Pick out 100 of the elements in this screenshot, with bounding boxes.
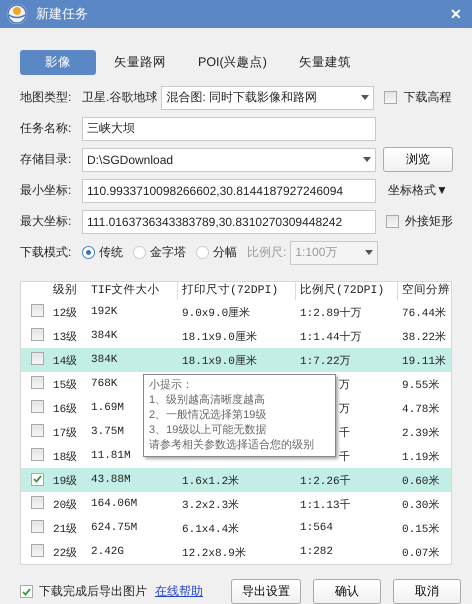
table-cell-text: 0.60米 <box>402 474 440 488</box>
table-cell-text: 19.11米 <box>402 354 446 368</box>
table-cell-text: 1:2.89十万 <box>300 306 362 320</box>
radio-button[interactable] <box>82 246 95 259</box>
table-cell-text: 万 <box>339 402 350 416</box>
checkbox[interactable] <box>31 544 44 556</box>
close-button[interactable]: ✕ <box>450 6 462 22</box>
table-cell-text: 1.6x1.2米 <box>182 474 240 488</box>
radio-button[interactable] <box>133 246 146 259</box>
globe-icon <box>6 3 28 25</box>
field-label: 下载模式: <box>20 244 72 261</box>
table-cell-text: 1:2.26千 <box>300 474 351 488</box>
checkbox-label: 外接矩形 <box>405 213 453 230</box>
checkbox[interactable] <box>31 304 44 316</box>
radio-button[interactable] <box>196 246 209 259</box>
column-header: 级别 <box>53 282 78 299</box>
checkbox[interactable] <box>31 448 44 460</box>
checkbox[interactable] <box>31 424 44 436</box>
checkbox[interactable] <box>384 91 398 104</box>
caret-icon <box>365 250 374 255</box>
table-cell-text: 千 <box>339 450 350 464</box>
dialog-button[interactable]: 导出设置 <box>231 579 301 604</box>
table-cell-text: 21级 <box>53 522 78 536</box>
table-cell-text: 17级 <box>53 426 78 440</box>
table-cell: 384K <box>91 354 118 366</box>
field-label: 最小坐标: <box>20 182 72 199</box>
field-label: 地图类型: <box>20 89 72 106</box>
table-cell: 1.69M <box>91 402 124 414</box>
column-header: 打印尺寸(72DPI) <box>177 282 295 300</box>
radio-label: 金字塔 <box>150 244 186 261</box>
table-cell-text: 76.44米 <box>402 306 446 320</box>
checkbox[interactable] <box>31 352 44 364</box>
highlighted-row[interactable]: 14级 384K 18.1x9.0厘米 1:7.22万 19.11米 <box>21 348 451 372</box>
table-cell-text: 0.07米 <box>402 546 440 560</box>
checkbox[interactable] <box>31 400 44 412</box>
checkbox[interactable] <box>386 215 399 228</box>
checkmark-icon <box>33 475 42 484</box>
checkbox[interactable] <box>31 472 44 486</box>
table-cell-text: 6.1x4.4米 <box>182 522 240 536</box>
checkbox[interactable] <box>31 520 44 532</box>
browse-button[interactable]: 浏览 <box>383 147 453 172</box>
tab[interactable]: 矢量建筑 <box>284 50 365 75</box>
table-cell-text: 0.30米 <box>402 498 440 512</box>
checkbox-label: 下载完成后导出图片 <box>39 583 147 600</box>
table-cell-text: 万 <box>339 378 350 392</box>
checkbox[interactable] <box>31 328 44 340</box>
checkmark-icon <box>22 588 31 596</box>
column-header: 比例尺(72DPI) <box>295 282 397 300</box>
directory-dropdown[interactable]: D:\SGDownload <box>82 148 376 172</box>
max-coordinate-field[interactable]: 111.0163736343383789,30.8310270309448242 <box>82 210 376 234</box>
tooltip-line: 3、19级以上可能无数据 <box>149 423 268 438</box>
table-cell-text: 9.0x9.0厘米 <box>182 306 250 320</box>
table-cell: 164.06M <box>91 498 138 510</box>
coordinate-format-menu[interactable]: 坐标格式▼ <box>388 182 448 199</box>
table-cell-text: 12级 <box>53 306 78 320</box>
table-cell: 384K <box>91 330 118 342</box>
radio-label: 分幅 <box>213 244 237 261</box>
tab[interactable]: POI(兴趣点) <box>184 50 281 75</box>
caret-icon <box>361 95 370 100</box>
caret-icon <box>363 157 371 162</box>
radio-label: 传统 <box>99 244 123 261</box>
table-cell-text: 18级 <box>53 450 78 464</box>
checkbox[interactable] <box>31 496 44 508</box>
table-cell-text: 12.2x8.9米 <box>182 546 246 560</box>
table-cell: 3.75M <box>91 426 124 438</box>
help-link[interactable]: 在线帮助 <box>155 583 203 600</box>
map-type-dropdown[interactable]: 混合图: 同时下载影像和路网 <box>161 86 374 110</box>
tooltip-line: 小提示： <box>149 378 194 393</box>
table-cell-text: 16级 <box>53 402 78 416</box>
table-cell-text: 4.78米 <box>402 402 440 416</box>
table-cell-text: 22级 <box>53 546 78 560</box>
table-cell: 1:282 <box>300 546 334 558</box>
field-label: 最大坐标: <box>20 213 72 230</box>
tooltip-line: 2、一般情况选择第19级 <box>149 408 268 423</box>
table-cell-text: 1:7.22万 <box>300 354 351 368</box>
highlighted-row[interactable]: 19级 43.88M 1.6x1.2米 1:2.26千 0.60米 <box>21 468 451 492</box>
table-cell-text: 13级 <box>53 330 78 344</box>
dialog-button[interactable]: 确认 <box>313 579 381 604</box>
window-title: 新建任务 <box>36 5 89 23</box>
task-name-field[interactable]: 三峡大坝 <box>82 116 376 140</box>
table-cell-text: 2.39米 <box>402 426 440 440</box>
table-cell-text: 9.55米 <box>402 378 440 392</box>
tooltip-line: 1、级别越高清晰度越高 <box>149 393 266 408</box>
table-cell: 768K <box>91 378 118 390</box>
checkbox[interactable] <box>31 376 44 388</box>
table-cell: 192K <box>91 306 118 318</box>
tab[interactable]: 矢量路网 <box>100 50 180 75</box>
table-cell: 2.42G <box>91 546 124 558</box>
dialog-button[interactable]: 取消 <box>393 579 461 604</box>
table-cell-text: 1:1.13千 <box>300 498 351 512</box>
table-cell-text: 0.15米 <box>402 522 440 536</box>
checkbox-label: 下载高程 <box>403 89 452 106</box>
table-cell-text: 18.1x9.0厘米 <box>182 354 257 368</box>
table-cell-text: 19级 <box>53 474 78 488</box>
checkbox[interactable] <box>20 585 33 598</box>
tab[interactable]: 影像 <box>20 50 96 75</box>
table-cell-text: 15级 <box>53 378 78 392</box>
table-cell-text: 千 <box>339 426 350 440</box>
min-coordinate-field[interactable]: 110.9933710098266602,30.8144187927246094 <box>82 178 376 202</box>
field-label: 任务名称: <box>20 120 72 137</box>
